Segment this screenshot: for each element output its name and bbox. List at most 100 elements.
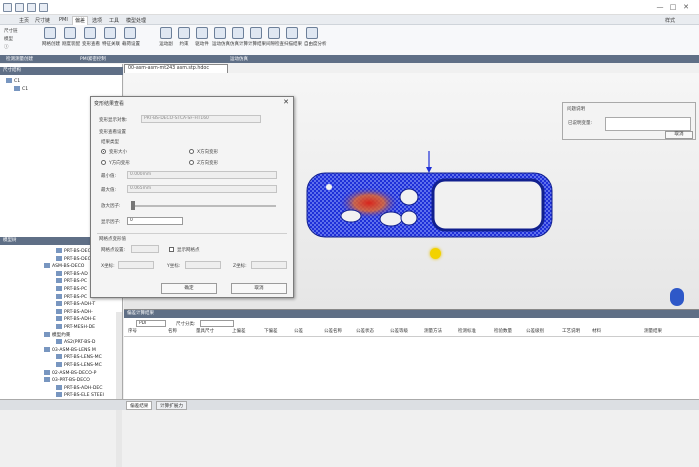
column-header[interactable]: 公差状态	[356, 328, 374, 334]
radio-magnitude[interactable]	[101, 149, 106, 154]
problem-field[interactable]	[605, 117, 691, 131]
scale-slider-thumb[interactable]	[131, 201, 135, 210]
column-header[interactable]: 序号	[128, 328, 137, 334]
column-header[interactable]: 名称	[168, 328, 177, 334]
close-window-button[interactable]: ✕	[681, 3, 691, 12]
tool-load-setting[interactable]: 载荷设置	[122, 27, 140, 47]
y-coord-field[interactable]	[185, 261, 221, 269]
grid-setting-field[interactable]	[131, 245, 159, 253]
scale-slider[interactable]	[131, 205, 276, 207]
mini-tool-info[interactable]: ⓘ	[4, 44, 9, 50]
save-icon[interactable]	[39, 3, 48, 12]
tool-result[interactable]: 计算结果	[248, 27, 266, 47]
model-tree-item[interactable]: PRT-BS-AD	[56, 270, 88, 277]
column-header[interactable]: 上偏差	[232, 328, 246, 334]
model-tree-item[interactable]: PRT-BS-PC	[56, 278, 87, 284]
max-label: 最大值:	[101, 188, 117, 193]
model-tree-item[interactable]: 02-ASM-BS-DECO-P	[44, 369, 96, 376]
model-tree-item[interactable]: PRT-BS-ELE STEEI	[56, 392, 104, 398]
tool-feature-link[interactable]: 特征关联	[102, 27, 120, 47]
menu-tools[interactable]: 工具	[109, 17, 119, 24]
pdi-filter[interactable]: PDI	[136, 320, 166, 327]
tool-gap-check[interactable]: 间隙检查	[266, 27, 284, 47]
scale-label: 放大因子:	[101, 204, 121, 209]
tab-deviation-result[interactable]: 偏差结果	[126, 401, 153, 410]
model-tree-item[interactable]: PRT-BS-PC	[56, 293, 87, 300]
radio-z[interactable]	[189, 160, 194, 165]
tool-rigid-assembly[interactable]: 刚度装配	[62, 27, 80, 47]
column-header[interactable]: 工艺说明	[562, 328, 580, 334]
tool-motion-pair[interactable]: 运动副	[158, 27, 174, 47]
model-tree-item[interactable]: 03-PRT-BS-DECO	[44, 377, 90, 383]
structure-node-child[interactable]: C1	[14, 86, 28, 92]
model-tree-item[interactable]: PRT-BS-PC	[56, 286, 87, 292]
object-field[interactable]: PRT-BS-DECO-STCA-SF-HT160	[141, 115, 261, 123]
model-tree-item[interactable]: PRT-BS-LENS-MC	[56, 354, 102, 360]
model-tree-item[interactable]: 03-ASM-BS-LENS M	[44, 346, 96, 353]
problem-cancel-button[interactable]: 取消	[665, 131, 693, 139]
problem-panel: 问题说明 已说明变量: 取消	[562, 102, 696, 140]
menu-model-processing[interactable]: 模型处理	[126, 17, 146, 24]
column-header[interactable]: 公差级别	[526, 328, 544, 334]
tool-sim-compute[interactable]: 仿真计算	[230, 27, 248, 47]
maximize-button[interactable]: □	[668, 3, 678, 12]
tab-compute-extend[interactable]: 计算扩展力	[156, 401, 187, 410]
tool-deformation-view[interactable]: 变形查看	[82, 27, 100, 47]
column-header[interactable]: 公差	[294, 328, 303, 334]
column-header[interactable]: 公差等级	[390, 328, 408, 334]
model-tree-item[interactable]: AS2(PRT-BS-D	[56, 339, 95, 345]
column-header[interactable]: 检测标准	[458, 328, 476, 334]
tool-mesh-create[interactable]: 网格创建	[42, 27, 60, 47]
menu-pmi[interactable]: PMI	[59, 17, 68, 23]
max-field[interactable]: 0.065mm	[127, 185, 277, 193]
column-header[interactable]: 测量方法	[424, 328, 442, 334]
column-header[interactable]: 下偏差	[264, 328, 278, 334]
mini-tool-dimension-chain[interactable]: 尺寸链	[4, 28, 18, 34]
minimize-button[interactable]: —	[655, 3, 665, 12]
column-header[interactable]: 公差名称	[324, 328, 342, 334]
model-tree-scrollbar[interactable]	[116, 312, 122, 467]
radio-y[interactable]	[101, 160, 106, 165]
dialog-close-button[interactable]: ✕	[283, 98, 289, 106]
column-header[interactable]: 材料	[592, 328, 601, 334]
model-tree-item[interactable]: PRT-BS-DECO	[56, 248, 94, 254]
menu-deviation[interactable]: 偏差	[72, 16, 89, 25]
structure-node-root[interactable]: C1	[6, 78, 20, 84]
show-grid-checkbox[interactable]	[169, 247, 174, 252]
model-tree-item[interactable]: PRT-BS-DECO	[56, 255, 94, 262]
document-tab[interactable]: 00-asm-asm-mt243 asm.stp.hdoc	[124, 64, 228, 73]
model-tree-item[interactable]: PRT-BS-ADH-T	[56, 301, 95, 307]
model-tree-item[interactable]: PRT-BS-ADH-	[56, 308, 93, 315]
column-header[interactable]: 检验数量	[494, 328, 512, 334]
cancel-button[interactable]: 取消	[231, 283, 287, 294]
tool-driver[interactable]: 驱动件	[194, 27, 210, 47]
menu-options[interactable]: 选项	[92, 17, 102, 24]
result-type-label: 结果类型	[101, 140, 119, 145]
ok-button[interactable]: 确定	[161, 283, 217, 294]
min-field[interactable]: 0.000mm	[127, 171, 277, 179]
model-tree-item[interactable]: PRT-BS-LENS-MC	[56, 362, 102, 368]
tool-dof-analysis[interactable]: 自由度分析	[304, 27, 327, 47]
model-tree-item[interactable]: ASM-BS-DECO	[44, 263, 84, 269]
menu-dimension-chain[interactable]: 尺寸链	[35, 17, 50, 24]
new-file-icon[interactable]	[15, 3, 24, 12]
model-tree-item[interactable]: PRT-MESH-DE	[56, 324, 95, 330]
column-header[interactable]: 测量结果	[644, 328, 662, 334]
tool-motion-simulation[interactable]: 运动仿真	[212, 27, 230, 47]
tool-constraint[interactable]: 约束	[176, 27, 192, 47]
mini-tool-model[interactable]: 模型	[4, 36, 13, 42]
display-factor-field[interactable]: 0	[127, 217, 183, 225]
column-header[interactable]: 量具尺寸	[196, 328, 214, 334]
model-tree-item[interactable]: PRT-BS-ADH-E	[56, 316, 96, 322]
size-category-select[interactable]	[200, 320, 234, 327]
x-coord-field[interactable]	[118, 261, 154, 269]
style-switch[interactable]: 样式	[665, 17, 675, 24]
model-tree-item[interactable]: PRT-BS-ADH-DEC	[56, 384, 103, 391]
menu-home[interactable]: 主页	[19, 17, 29, 24]
z-coord-field[interactable]	[251, 261, 287, 269]
open-file-icon[interactable]	[27, 3, 36, 12]
tool-scan-result[interactable]: 扫描结果	[284, 27, 302, 47]
model-tree-item[interactable]: 模型约束	[44, 331, 70, 338]
view-cube[interactable]	[670, 288, 684, 306]
radio-x[interactable]	[189, 149, 194, 154]
